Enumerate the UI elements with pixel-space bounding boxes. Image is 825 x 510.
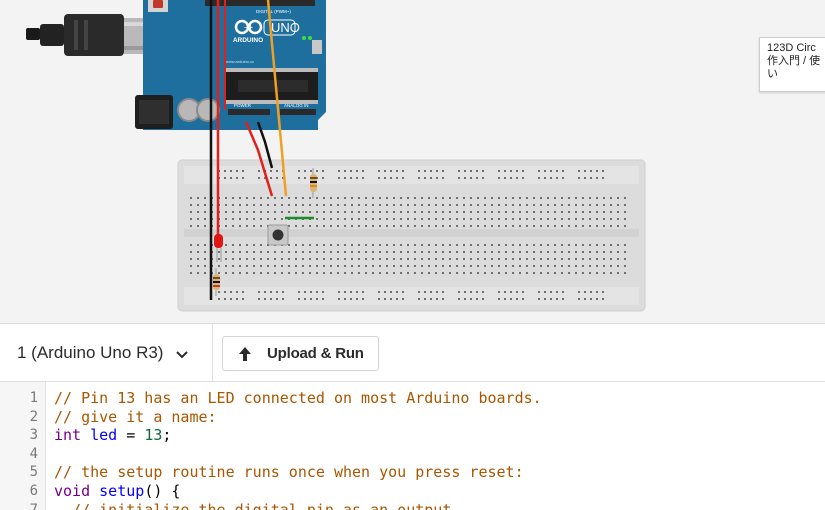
code-token: 13 — [144, 426, 163, 445]
breadboard[interactable] — [177, 159, 646, 312]
line-number: 3 — [29, 427, 38, 444]
device-select-label: 1 (Arduino Uno R3) — [17, 343, 164, 362]
code-token: () { — [144, 482, 181, 500]
code-line[interactable]: // Pin 13 has an LED connected on most A… — [54, 389, 542, 408]
device-select[interactable]: 1 (Arduino Uno R3) — [0, 324, 213, 382]
code-token: // initialize the digital pin as an outp… — [54, 500, 461, 510]
svg-text:−+: −+ — [244, 23, 254, 32]
code-token: setup — [99, 482, 145, 500]
code-line[interactable]: // the setup routine runs once when you … — [54, 463, 524, 482]
line-number: 1 — [29, 390, 38, 406]
code-line[interactable]: int led = 13; — [54, 426, 171, 445]
board-analog-label: ANALOG IN — [284, 103, 309, 108]
board-brand: ARDUINO — [233, 37, 263, 44]
line-number: 7 — [29, 501, 38, 510]
code-token: = — [117, 426, 145, 445]
code-line[interactable]: void setup() { — [54, 482, 180, 501]
code-line[interactable]: // give it a name: — [54, 408, 217, 427]
line-number: 5 — [29, 464, 38, 481]
board-power-label: POWER — [234, 103, 252, 108]
digital-header — [205, 0, 315, 6]
chevron-down-icon — [176, 350, 189, 358]
tooltip-text: 123D Circ 作入門 / 使 い — [759, 37, 825, 92]
code-token: // the setup routine runs once when you … — [54, 463, 524, 482]
board-digital-label: DIGITAL (PWM~) — [256, 9, 291, 14]
circuit-drawing[interactable]: −+ ARDUINO UNO DIGITAL (PWM~) www.arduin… — [0, 0, 825, 323]
code-token: ; — [162, 426, 172, 445]
circuit-canvas[interactable]: −+ ARDUINO UNO DIGITAL (PWM~) www.arduin… — [0, 0, 825, 323]
code-token: int — [54, 426, 82, 445]
line-number-gutter: 1 2 34 5 6 7 — [0, 382, 46, 510]
code-editor[interactable]: 1 2 34 5 6 7 // Pin 13 has an LED connected o… — [0, 382, 825, 510]
code-token: led — [90, 426, 118, 445]
code-token: // give it a name: — [54, 407, 217, 426]
upload-run-label: Upload & Run — [267, 345, 364, 362]
arduino-board[interactable]: −+ ARDUINO UNO DIGITAL (PWM~) www.arduin… — [135, 0, 326, 130]
code-token: void — [54, 482, 91, 500]
line-number: 2 — [29, 408, 38, 425]
pushbutton[interactable] — [267, 224, 289, 246]
line-number: 6 — [29, 483, 38, 499]
upload-run-button[interactable]: Upload & Run — [222, 336, 379, 371]
line-number: 4 — [29, 445, 38, 462]
board-site-label: www.arduino.cc — [226, 59, 254, 64]
board-model: UNO — [271, 20, 300, 35]
code-toolbar: 1 (Arduino Uno R3) Upload & Run — [0, 323, 825, 382]
arrow-up-icon — [239, 346, 251, 361]
code-line[interactable]: // initialize the digital pin as an outp… — [54, 501, 460, 510]
code-token: // Pin 13 has an LED connected on most A… — [54, 389, 542, 407]
